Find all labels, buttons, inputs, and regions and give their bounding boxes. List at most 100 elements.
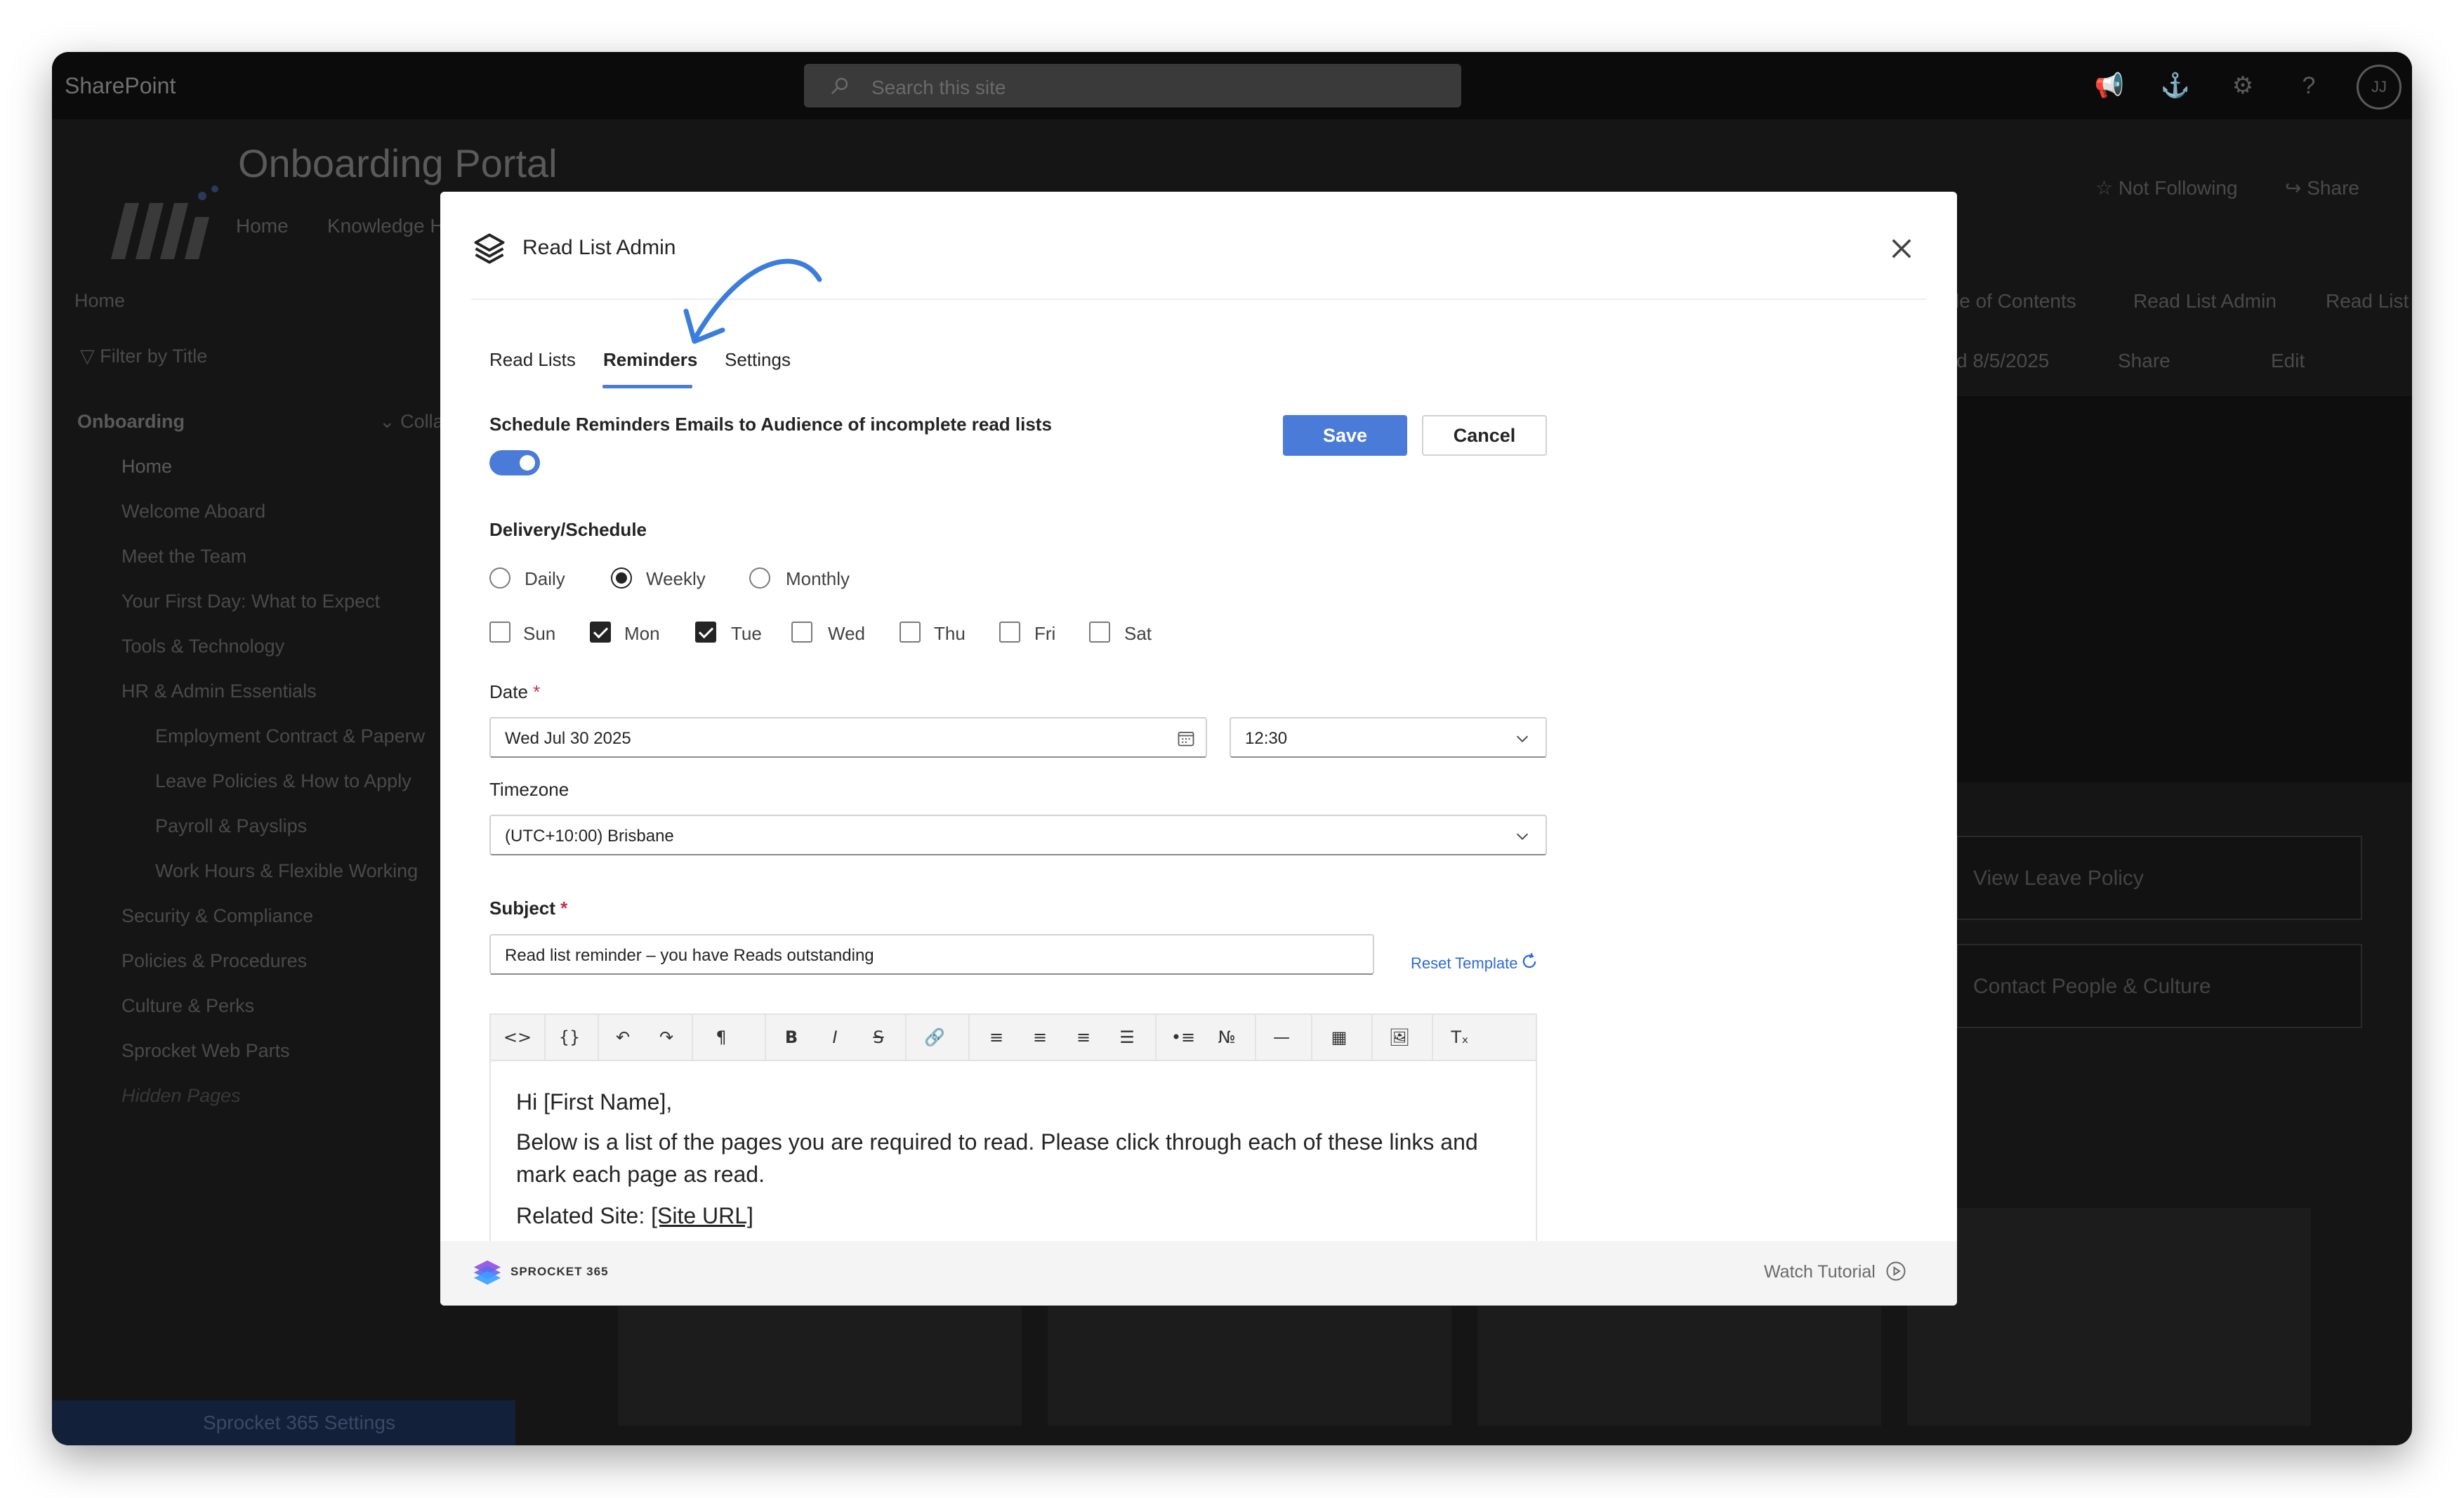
schedule-label: Schedule Reminders Emails to Audience of… [489,414,1052,435]
close-icon[interactable] [1887,234,1916,263]
checkbox-sun[interactable] [489,622,510,643]
code-view-icon[interactable]: <> [498,1015,537,1060]
strikethrough-icon[interactable]: S [859,1015,898,1060]
subject-value: Read list reminder – you have Reads outs… [505,946,874,965]
date-picker[interactable]: Wed Jul 30 2025 [489,717,1207,758]
tab-reminders[interactable]: Reminders [603,349,697,371]
toc-link[interactable]: le of Contents [1955,290,2076,313]
checkbox-thu[interactable] [900,622,921,643]
sprocket-settings-button[interactable]: Sprocket 365 Settings [52,1400,515,1445]
published-date: d 8/5/2025 [1956,350,2050,372]
sharepoint-brand[interactable]: SharePoint [65,73,176,99]
breadcrumb-home[interactable]: Home [74,290,125,312]
italic-icon[interactable]: I [815,1015,855,1060]
nav-item-security[interactable]: Security & Compliance [121,905,313,927]
timezone-dropdown[interactable]: (UTC+10:00) Brisbane [489,815,1547,855]
time-value: 12:30 [1245,729,1288,748]
tab-read-lists[interactable]: Read Lists [489,349,576,371]
clear-formatting-icon[interactable]: Tₓ [1440,1015,1480,1060]
filter-input[interactable]: ▽ Filter by Title [80,346,207,367]
nav-item-home[interactable]: Home [121,456,172,478]
site-logo [111,185,218,259]
view-leave-policy-card[interactable]: View Leave Policy [1956,836,2362,920]
checkbox-fri[interactable] [999,622,1020,643]
table-icon[interactable]: ▦ [1319,1015,1359,1060]
reset-template-link[interactable]: Reset Template [1411,954,1517,973]
page-share-button[interactable]: Share [2118,350,2170,372]
subject-input[interactable]: Read list reminder – you have Reads outs… [489,934,1374,975]
nav-item-team[interactable]: Meet the Team [121,546,246,567]
nav-item-sprocket[interactable]: Sprocket Web Parts [121,1040,290,1062]
nav-item-welcome[interactable]: Welcome Aboard [121,501,265,523]
checkbox-wed-label: Wed [828,623,865,644]
schedule-toggle[interactable] [489,450,540,475]
nav-item-payroll[interactable]: Payroll & Payslips [155,815,307,837]
redo-icon[interactable]: ↷ [647,1015,686,1060]
nav-section-onboarding[interactable]: Onboarding [77,411,185,433]
checkbox-sat[interactable] [1089,622,1110,643]
save-button[interactable]: Save [1283,415,1407,456]
paragraph-icon[interactable]: ¶ [701,1015,741,1060]
undo-icon[interactable]: ↶ [603,1015,643,1060]
site-url-link[interactable]: [Site URL] [651,1203,753,1228]
radio-daily[interactable] [489,567,510,589]
email-body-editor[interactable]: Hi [First Name], Below is a list of the … [489,1060,1537,1270]
play-icon[interactable] [1885,1261,1906,1282]
gear-icon[interactable]: ⚙ [2226,69,2260,103]
follow-button[interactable]: ☆ Not Following [2095,176,2238,199]
align-center-icon[interactable]: ≡ [1020,1015,1060,1060]
edit-button[interactable]: Edit [2271,350,2305,372]
site-share-label: Share [2307,177,2359,199]
filter-placeholder: Filter by Title [100,346,208,367]
search-icon [831,77,848,95]
megaphone-icon[interactable]: 📢 [2093,69,2126,103]
help-icon[interactable]: ? [2292,69,2326,103]
nav-item-first-day[interactable]: Your First Day: What to Expect [121,591,380,612]
checkbox-tue[interactable] [695,622,716,643]
nav-item-hr[interactable]: HR & Admin Essentials [121,681,317,702]
site-share-button[interactable]: ↪ Share [2285,176,2359,199]
link-icon[interactable]: 🔗 [915,1015,954,1060]
watch-tutorial-link[interactable]: Watch Tutorial [1764,1262,1876,1282]
site-nav-home[interactable]: Home [236,215,289,237]
date-label-text: Date [489,681,528,702]
nav-item-culture[interactable]: Culture & Perks [121,995,254,1017]
cancel-button[interactable]: Cancel [1422,415,1547,456]
radio-monthly[interactable] [749,567,770,589]
refresh-icon[interactable] [1520,952,1539,971]
nav-item-hidden[interactable]: Hidden Pages [121,1085,241,1107]
checkbox-mon[interactable] [590,622,611,643]
radio-weekly[interactable] [611,567,632,589]
site-nav-knowledge[interactable]: Knowledge H [327,215,444,237]
nav-item-work-hours[interactable]: Work Hours & Flexible Working [155,860,418,882]
card-label: View Leave Policy [1973,867,2144,890]
nav-item-policies[interactable]: Policies & Procedures [121,950,307,972]
align-right-icon[interactable]: ≡ [1064,1015,1103,1060]
calendar-icon[interactable] [1176,728,1196,748]
checkbox-sat-label: Sat [1124,623,1152,644]
bullet-list-icon[interactable]: •≡ [1164,1015,1203,1060]
read-list-link[interactable]: Read List [2326,290,2409,313]
align-left-icon[interactable]: ≡ [977,1015,1016,1060]
toolbar-divider [598,1015,599,1060]
bold-icon[interactable]: B [772,1015,811,1060]
search-box[interactable]: Search this site [804,64,1461,107]
avatar[interactable]: JJ [2357,65,2402,110]
numbered-list-icon[interactable]: № [1207,1015,1246,1060]
contact-people-card[interactable]: Contact People & Culture [1956,944,2362,1028]
collapse-button[interactable]: ⌄ Colla [379,411,444,433]
align-justify-icon[interactable]: ☰ [1107,1015,1147,1060]
checkbox-wed[interactable] [791,622,812,643]
nav-item-leave[interactable]: Leave Policies & How to Apply [155,770,411,792]
nav-item-tools[interactable]: Tools & Technology [121,636,284,657]
apps-icon[interactable]: ⚓ [2159,69,2192,103]
nav-item-contract[interactable]: Employment Contract & Paperw [155,725,425,747]
site-title: Onboarding Portal [238,141,558,185]
toolbar-divider [1155,1015,1157,1060]
read-list-admin-link[interactable]: Read List Admin [2133,290,2277,313]
time-dropdown[interactable]: 12:30 [1230,717,1547,758]
tab-settings[interactable]: Settings [725,349,791,371]
insert-token-icon[interactable]: {} [550,1015,589,1060]
horizontal-rule-icon[interactable]: — [1262,1015,1301,1060]
image-icon[interactable]: 🖼 [1380,1015,1419,1060]
